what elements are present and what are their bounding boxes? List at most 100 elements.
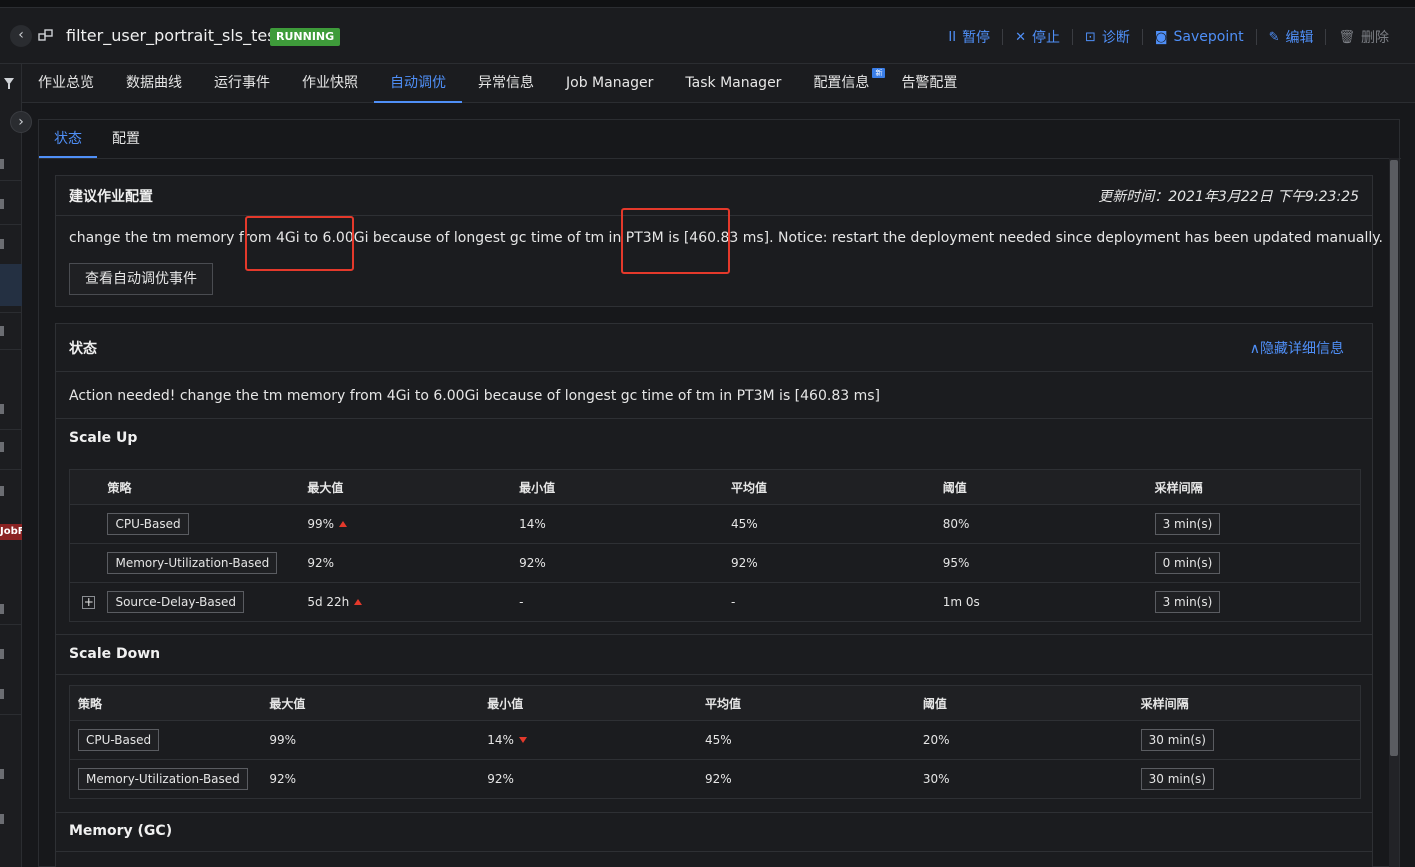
avg-cell: 92% (705, 772, 732, 786)
strategy-cell: Memory-Utilization-Based (107, 543, 308, 583)
main-tabs: 作业总览 数据曲线 运行事件 作业快照 自动调优 异常信息 Job Manager Task … (22, 64, 1415, 103)
min-cell: 92% (519, 543, 731, 583)
interval-tag: 3 min(s) (1154, 513, 1221, 535)
table-row: CPU-Based 99% 14% 45% 20% 30 min(s) (69, 720, 1361, 760)
rail-marker (0, 239, 4, 249)
scrollbar[interactable] (1389, 158, 1399, 867)
threshold-cell: 95% (942, 543, 1155, 583)
update-time: 更新时间：2021年3月22日 下午9:23:25 (1098, 188, 1359, 205)
interval-cell: 30 min(s) (1140, 760, 1361, 799)
tab-0[interactable]: 作业总览 (22, 64, 110, 103)
column-header: 采样间隔 (1140, 685, 1361, 721)
scale-down-title: Scale Down (69, 646, 161, 662)
sub-tab-1[interactable]: 配置 (97, 120, 155, 158)
column-header: 平均值 (705, 685, 923, 721)
sub-tabs: 状态 配置 (39, 120, 1401, 159)
hide-details-link[interactable]: ∧隐藏详细信息 (1250, 338, 1344, 358)
tab-7[interactable]: Task Manager (669, 64, 797, 103)
suggestion-card: 建议作业配置 更新时间：2021年3月22日 下午9:23:25 change … (55, 175, 1383, 307)
action-trash[interactable]: 🗑 删除 (1326, 29, 1389, 47)
action-pause[interactable]: II 暂停 (936, 29, 1004, 46)
rail-marker (0, 404, 4, 414)
sub-tab-0[interactable]: 状态 (39, 120, 97, 158)
action-edit[interactable]: ✎ 编辑 (1257, 29, 1327, 46)
job-icon (38, 29, 53, 41)
min-cell: - (519, 595, 524, 609)
scale-up-table: 策略 最大值 最小值 平均值 阈值 采样间隔 CPU-Based 99% 14% 45% 80% 3… (69, 469, 1361, 622)
filter-icon[interactable] (4, 78, 14, 89)
job-actions: II 暂停 ✕ 停止 ⊡ 诊断 ◙ Savepoint ✎ 编辑 🗑 删除 (936, 26, 1389, 48)
action-camera[interactable]: ◙ Savepoint (1143, 29, 1257, 45)
expand-row-icon[interactable]: + (82, 596, 96, 609)
rail-marker (0, 159, 4, 169)
rail-marker (0, 442, 4, 452)
rail-divider (0, 180, 22, 181)
tab-5[interactable]: 异常信息 (462, 64, 550, 103)
max-value: 99% (307, 517, 335, 531)
strategy-cell: CPU-Based (107, 504, 308, 544)
job-name: filter_user_portrait_sls_test (66, 26, 282, 45)
pause-icon: II (948, 29, 957, 45)
view-autotune-events-button[interactable]: 查看自动调优事件 (69, 263, 213, 295)
max-value: 5d 22h (307, 595, 350, 609)
rail-active-item[interactable] (0, 264, 22, 306)
action-label: 暂停 (962, 30, 991, 46)
tab-8[interactable]: 配置信息新 (797, 64, 886, 103)
suggestion-title: 建议作业配置 (69, 188, 153, 205)
action-label: 停止 (1031, 30, 1060, 46)
expand-cell (69, 504, 108, 544)
tab-6[interactable]: Job Manager (550, 64, 669, 103)
min-value: 92% (487, 772, 514, 786)
rail-divider (0, 224, 22, 225)
column-header: 平均值 (730, 469, 943, 505)
new-badge: 新 (872, 68, 886, 78)
highlight-box-memory (245, 216, 354, 271)
max-value: 92% (307, 556, 335, 570)
rail-marker (0, 486, 4, 496)
tab-2[interactable]: 运行事件 (198, 64, 286, 103)
rail-badge[interactable]: JobF (0, 524, 22, 540)
column-header: 策略 (69, 685, 270, 721)
threshold-cell: 80% (942, 504, 1155, 544)
max-cell: 99% (269, 720, 488, 760)
strategy-tag: Source-Delay-Based (107, 591, 244, 613)
status-badge: RUNNING (270, 28, 341, 46)
action-diagnose[interactable]: ⊡ 诊断 (1073, 29, 1143, 46)
strategy-tag: Memory-Utilization-Based (107, 552, 278, 574)
column-header: 策略 (107, 469, 308, 505)
trash-icon: 🗑 (1338, 29, 1355, 45)
tab-3[interactable]: 作业快照 (286, 64, 374, 103)
table-row: Memory-Utilization-Based 92% 92% 92% 30% 30 m… (70, 760, 1361, 799)
interval-tag: 30 min(s) (1140, 768, 1214, 790)
interval-tag: 0 min(s) (1154, 552, 1221, 574)
interval-cell: 3 min(s) (1154, 504, 1361, 544)
trend-down-icon (518, 737, 527, 743)
table-row: CPU-Based 99% 14% 45% 80% 3 min(s) (69, 504, 1361, 544)
action-label: Savepoint (1173, 29, 1244, 45)
min-cell: 14% (487, 720, 706, 760)
trend-up-icon (339, 521, 348, 527)
column-header: 最小值 (487, 685, 706, 721)
section-divider (56, 634, 1372, 635)
rail-divider (0, 349, 22, 350)
scale-down-table: 策略 最大值 最小值 平均值 阈值 采样间隔 CPU-Based 99% 14% 45% 20% 3… (69, 685, 1361, 799)
tab-9[interactable]: 告警配置 (885, 64, 973, 103)
strategy-cell: CPU-Based (69, 720, 270, 760)
max-cell: 92% (307, 543, 520, 583)
threshold-cell: 30% (922, 772, 950, 786)
rail-divider (0, 469, 22, 470)
column-header: 最小值 (519, 469, 731, 505)
tab-1[interactable]: 数据曲线 (110, 64, 198, 103)
status-title: 状态 (69, 340, 97, 357)
rail-divider (0, 429, 22, 430)
scrollbar-thumb[interactable] (1390, 160, 1398, 756)
column-header: 阈值 (922, 685, 1141, 721)
back-icon[interactable]: ‹ (10, 25, 32, 47)
min-value: 14% (487, 733, 514, 747)
action-close[interactable]: ✕ 停止 (1003, 29, 1073, 46)
expand-sidebar-icon[interactable]: › (10, 111, 32, 133)
interval-cell: 30 min(s) (1140, 720, 1361, 760)
strategy-cell: Memory-Utilization-Based (70, 760, 270, 799)
action-label: 删除 (1361, 30, 1389, 46)
tab-4[interactable]: 自动调优 (374, 64, 462, 103)
